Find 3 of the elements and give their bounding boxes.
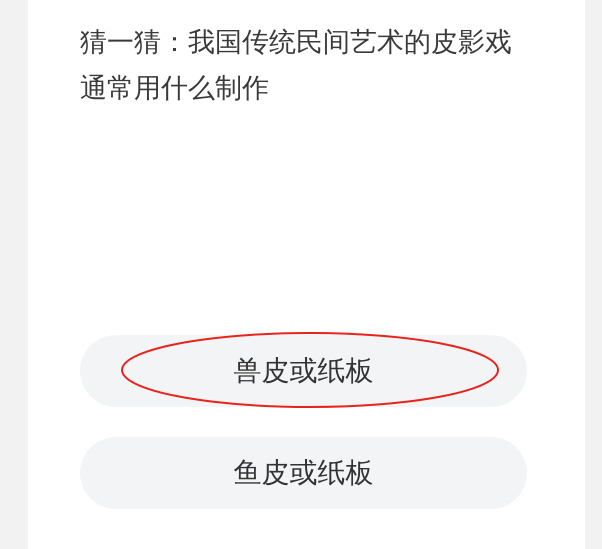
question-text: 猜一猜：我国传统民间艺术的皮影戏通常用什么制作	[80, 26, 513, 106]
answer-option[interactable]: 兽皮或纸板	[80, 335, 527, 407]
answer-option[interactable]: 鱼皮或纸板	[80, 437, 527, 509]
